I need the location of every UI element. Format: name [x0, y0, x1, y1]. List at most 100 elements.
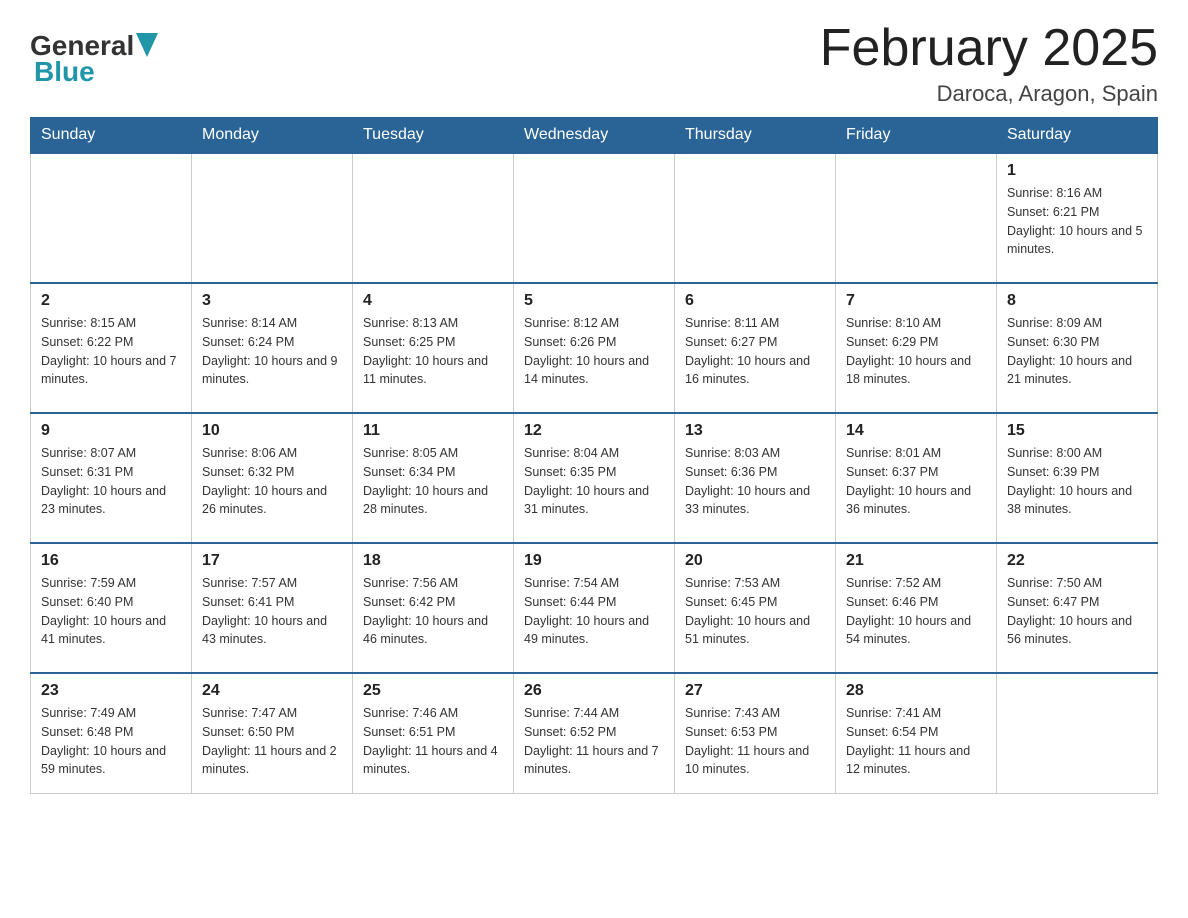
calendar-cell [675, 153, 836, 283]
day-info: Sunrise: 8:10 AMSunset: 6:29 PMDaylight:… [846, 314, 986, 389]
day-number: 12 [524, 422, 664, 440]
calendar-cell: 17 Sunrise: 7:57 AMSunset: 6:41 PMDayligh… [192, 543, 353, 673]
calendar-cell [514, 153, 675, 283]
day-number: 14 [846, 422, 986, 440]
day-info: Sunrise: 7:59 AMSunset: 6:40 PMDaylight:… [41, 574, 181, 649]
page-header: General Blue February 2025 Daroca, Arago… [30, 20, 1158, 107]
calendar-cell: 19 Sunrise: 7:54 AMSunset: 6:44 PMDayligh… [514, 543, 675, 673]
week-row-1: 1 Sunrise: 8:16 AMSunset: 6:21 PMDaylight… [31, 153, 1158, 283]
calendar-cell: 11Sunrise: 8:05 AMSunset: 6:34 PMDayligh… [353, 413, 514, 543]
calendar-table: Sunday Monday Tuesday Wednesday Thursday… [30, 117, 1158, 794]
day-number: 17 [202, 552, 342, 570]
logo-triangle-icon [136, 33, 158, 57]
calendar-cell: 24 Sunrise: 7:47 AMSunset: 6:50 PMDayligh… [192, 673, 353, 793]
header-saturday: Saturday [997, 118, 1158, 154]
header-thursday: Thursday [675, 118, 836, 154]
header-wednesday: Wednesday [514, 118, 675, 154]
day-info: Sunrise: 7:50 AMSunset: 6:47 PMDaylight:… [1007, 574, 1147, 649]
calendar-cell: 28 Sunrise: 7:41 AMSunset: 6:54 PMDayligh… [836, 673, 997, 793]
day-number: 13 [685, 422, 825, 440]
day-number: 15 [1007, 422, 1147, 440]
calendar-cell [192, 153, 353, 283]
calendar-cell: 23 Sunrise: 7:49 AMSunset: 6:48 PMDayligh… [31, 673, 192, 793]
calendar-cell: 27 Sunrise: 7:43 AMSunset: 6:53 PMDayligh… [675, 673, 836, 793]
day-number: 6 [685, 292, 825, 310]
day-info: Sunrise: 7:41 AMSunset: 6:54 PMDaylight:… [846, 704, 986, 779]
calendar-cell [353, 153, 514, 283]
month-title: February 2025 [820, 20, 1158, 77]
logo-blue-text: Blue [34, 56, 95, 88]
day-number: 10 [202, 422, 342, 440]
calendar-cell: 13 Sunrise: 8:03 AMSunset: 6:36 PMDayligh… [675, 413, 836, 543]
week-row-4: 16 Sunrise: 7:59 AMSunset: 6:40 PMDayligh… [31, 543, 1158, 673]
day-info: Sunrise: 8:01 AMSunset: 6:37 PMDaylight:… [846, 444, 986, 519]
day-number: 27 [685, 682, 825, 700]
calendar-cell [836, 153, 997, 283]
logo: General Blue [30, 30, 158, 88]
header-friday: Friday [836, 118, 997, 154]
calendar-cell: 10 Sunrise: 8:06 AMSunset: 6:32 PMDayligh… [192, 413, 353, 543]
weekday-header-row: Sunday Monday Tuesday Wednesday Thursday… [31, 118, 1158, 154]
day-info: Sunrise: 8:14 AMSunset: 6:24 PMDaylight:… [202, 314, 342, 389]
day-info: Sunrise: 8:13 AMSunset: 6:25 PMDaylight:… [363, 314, 503, 389]
day-info: Sunrise: 7:56 AMSunset: 6:42 PMDaylight:… [363, 574, 503, 649]
day-number: 21 [846, 552, 986, 570]
calendar-cell: 5Sunrise: 8:12 AMSunset: 6:26 PMDaylight… [514, 283, 675, 413]
day-number: 18 [363, 552, 503, 570]
calendar-cell: 8Sunrise: 8:09 AMSunset: 6:30 PMDaylight… [997, 283, 1158, 413]
day-info: Sunrise: 8:16 AMSunset: 6:21 PMDaylight:… [1007, 184, 1147, 259]
calendar-cell: 26Sunrise: 7:44 AMSunset: 6:52 PMDayligh… [514, 673, 675, 793]
day-info: Sunrise: 7:49 AMSunset: 6:48 PMDaylight:… [41, 704, 181, 779]
day-number: 20 [685, 552, 825, 570]
day-info: Sunrise: 7:47 AMSunset: 6:50 PMDaylight:… [202, 704, 342, 779]
day-info: Sunrise: 8:06 AMSunset: 6:32 PMDaylight:… [202, 444, 342, 519]
day-number: 2 [41, 292, 181, 310]
day-info: Sunrise: 8:00 AMSunset: 6:39 PMDaylight:… [1007, 444, 1147, 519]
day-info: Sunrise: 7:57 AMSunset: 6:41 PMDaylight:… [202, 574, 342, 649]
day-number: 4 [363, 292, 503, 310]
calendar-cell: 15 Sunrise: 8:00 AMSunset: 6:39 PMDayligh… [997, 413, 1158, 543]
header-sunday: Sunday [31, 118, 192, 154]
calendar-cell [31, 153, 192, 283]
day-info: Sunrise: 8:07 AMSunset: 6:31 PMDaylight:… [41, 444, 181, 519]
calendar-cell: 9 Sunrise: 8:07 AMSunset: 6:31 PMDaylight… [31, 413, 192, 543]
calendar-cell: 18 Sunrise: 7:56 AMSunset: 6:42 PMDayligh… [353, 543, 514, 673]
day-info: Sunrise: 8:03 AMSunset: 6:36 PMDaylight:… [685, 444, 825, 519]
day-number: 3 [202, 292, 342, 310]
day-info: Sunrise: 7:43 AMSunset: 6:53 PMDaylight:… [685, 704, 825, 779]
day-info: Sunrise: 7:52 AMSunset: 6:46 PMDaylight:… [846, 574, 986, 649]
day-info: Sunrise: 8:15 AMSunset: 6:22 PMDaylight:… [41, 314, 181, 389]
day-number: 16 [41, 552, 181, 570]
day-info: Sunrise: 8:11 AMSunset: 6:27 PMDaylight:… [685, 314, 825, 389]
calendar-cell: 3 Sunrise: 8:14 AMSunset: 6:24 PMDaylight… [192, 283, 353, 413]
calendar-cell: 7 Sunrise: 8:10 AMSunset: 6:29 PMDaylight… [836, 283, 997, 413]
day-info: Sunrise: 7:53 AMSunset: 6:45 PMDaylight:… [685, 574, 825, 649]
day-number: 11 [363, 422, 503, 440]
calendar-cell: 22 Sunrise: 7:50 AMSunset: 6:47 PMDayligh… [997, 543, 1158, 673]
day-number: 9 [41, 422, 181, 440]
day-number: 26 [524, 682, 664, 700]
day-number: 7 [846, 292, 986, 310]
calendar-cell: 4 Sunrise: 8:13 AMSunset: 6:25 PMDaylight… [353, 283, 514, 413]
title-section: February 2025 Daroca, Aragon, Spain [820, 20, 1158, 107]
calendar-cell: 20 Sunrise: 7:53 AMSunset: 6:45 PMDayligh… [675, 543, 836, 673]
header-tuesday: Tuesday [353, 118, 514, 154]
day-info: Sunrise: 8:12 AMSunset: 6:26 PMDaylight:… [524, 314, 664, 389]
day-info: Sunrise: 7:54 AMSunset: 6:44 PMDaylight:… [524, 574, 664, 649]
calendar-cell: 14 Sunrise: 8:01 AMSunset: 6:37 PMDayligh… [836, 413, 997, 543]
week-row-3: 9 Sunrise: 8:07 AMSunset: 6:31 PMDaylight… [31, 413, 1158, 543]
day-number: 19 [524, 552, 664, 570]
day-number: 22 [1007, 552, 1147, 570]
calendar-cell: 2 Sunrise: 8:15 AMSunset: 6:22 PMDaylight… [31, 283, 192, 413]
day-number: 28 [846, 682, 986, 700]
day-number: 24 [202, 682, 342, 700]
calendar-cell: 6 Sunrise: 8:11 AMSunset: 6:27 PMDaylight… [675, 283, 836, 413]
day-info: Sunrise: 8:09 AMSunset: 6:30 PMDaylight:… [1007, 314, 1147, 389]
calendar-cell: 16 Sunrise: 7:59 AMSunset: 6:40 PMDayligh… [31, 543, 192, 673]
week-row-5: 23 Sunrise: 7:49 AMSunset: 6:48 PMDayligh… [31, 673, 1158, 793]
calendar-cell: 1 Sunrise: 8:16 AMSunset: 6:21 PMDaylight… [997, 153, 1158, 283]
calendar-cell [997, 673, 1158, 793]
day-number: 23 [41, 682, 181, 700]
calendar-cell: 12Sunrise: 8:04 AMSunset: 6:35 PMDayligh… [514, 413, 675, 543]
day-number: 1 [1007, 162, 1147, 180]
